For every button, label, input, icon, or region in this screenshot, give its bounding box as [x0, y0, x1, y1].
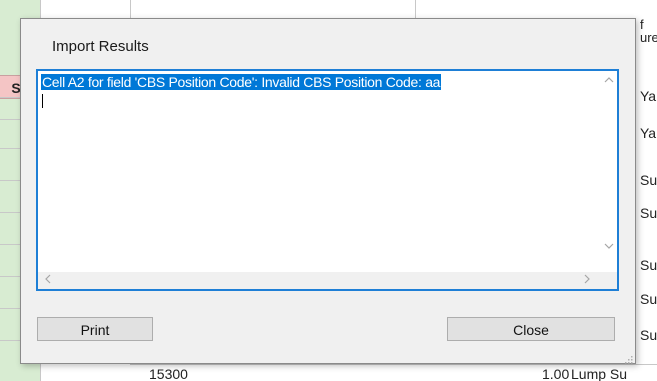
right-cell[interactable]: Ya — [640, 88, 656, 104]
screen: Soil f ure Ya Ya Su Su Su Su Su 15300 1.… — [0, 0, 657, 381]
right-cell[interactable]: Su — [640, 257, 657, 273]
close-button[interactable]: Close — [447, 317, 615, 341]
right-cell[interactable]: Su — [640, 327, 657, 343]
right-cell[interactable]: Ya — [640, 125, 656, 141]
scroll-up-icon[interactable] — [603, 75, 615, 87]
row-unit: Lump Su — [571, 366, 628, 381]
table-row[interactable]: 15300 1.00 Lump Su — [130, 364, 657, 381]
scroll-left-icon[interactable] — [44, 273, 56, 287]
right-cell[interactable]: Su — [640, 291, 657, 307]
row-quantity: 1.00 — [542, 366, 570, 381]
import-results-dialog: Import Results Cell A2 for field 'CBS Po… — [20, 18, 636, 364]
right-cell[interactable]: Su — [640, 205, 657, 221]
horizontal-scrollbar[interactable] — [38, 272, 600, 289]
right-column-header: f ure — [640, 18, 657, 44]
selected-results-text[interactable]: Cell A2 for field 'CBS Position Code': I… — [41, 74, 442, 90]
row-code: 15300 — [149, 366, 188, 381]
dialog-title: Import Results — [52, 38, 149, 55]
right-column — [635, 0, 657, 381]
results-textarea[interactable]: Cell A2 for field 'CBS Position Code': I… — [36, 69, 619, 291]
scroll-corner — [600, 272, 617, 289]
scroll-down-icon[interactable] — [603, 241, 615, 253]
right-cell[interactable]: Su — [640, 172, 657, 188]
print-button[interactable]: Print — [37, 317, 153, 341]
resize-grip-icon[interactable] — [623, 351, 633, 364]
results-text-container: Cell A2 for field 'CBS Position Code': I… — [41, 74, 442, 92]
text-caret — [42, 94, 43, 108]
vertical-scrollbar[interactable] — [600, 71, 617, 261]
scroll-right-icon[interactable] — [583, 273, 595, 287]
right-header-line: ure — [640, 30, 657, 45]
